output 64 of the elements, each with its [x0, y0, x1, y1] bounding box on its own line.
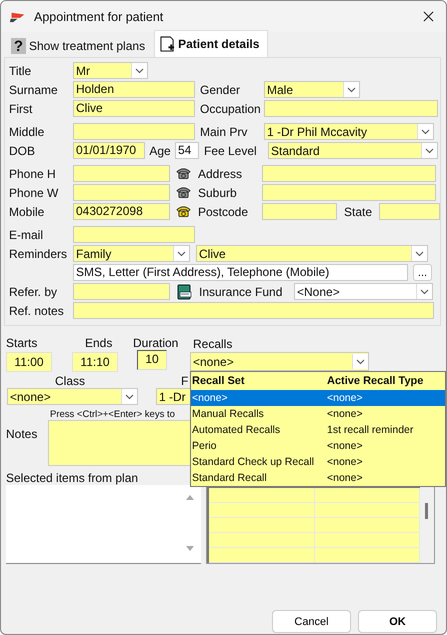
reminder-person-dropdown[interactable]: Clive: [196, 245, 428, 262]
first-name-field[interactable]: Clive: [73, 100, 195, 117]
field-label: F: [181, 374, 188, 388]
tab[interactable]: ? Show treatment plans: [6, 35, 154, 57]
field-label: Mobile: [9, 204, 46, 218]
field-label: Phone H: [9, 166, 57, 180]
reminder-group-dropdown[interactable]: Family: [73, 245, 190, 262]
recall-option[interactable]: Standard Recall <none>: [191, 470, 445, 486]
duration-field[interactable]: 10: [137, 350, 167, 370]
start-time-field[interactable]: 11:00: [6, 352, 52, 372]
notes-hint: Press <Ctrl>+<Enter> keys to: [50, 409, 175, 420]
window-title: Appointment for patient: [34, 10, 164, 24]
field-label: Insurance Fund: [199, 284, 284, 298]
field-label: Ref. notes: [9, 304, 65, 318]
tab[interactable]: Patient details: [154, 30, 268, 57]
field-label: Main Prv: [200, 124, 248, 138]
mobile-field[interactable]: 0430272098: [73, 203, 170, 220]
column-header: Recall Set: [192, 375, 246, 387]
field-label: State: [342, 204, 374, 218]
field-label: Age: [148, 144, 172, 158]
field-label: Duration: [133, 336, 180, 350]
end-time-field[interactable]: 11:10: [72, 352, 118, 372]
recall-option[interactable]: <none> <none>: [191, 390, 445, 406]
field-label: Middle: [9, 124, 46, 138]
field-label: Suburb: [198, 186, 238, 200]
help-icon: ?: [11, 38, 26, 54]
field-label: Address: [198, 166, 244, 180]
recall-option[interactable]: Perio <none>: [191, 438, 445, 454]
gender-dropdown[interactable]: Male: [264, 81, 360, 98]
recall-option[interactable]: Automated Recalls 1st recall reminder: [191, 422, 445, 438]
recall-option[interactable]: Manual Recalls <none>: [191, 406, 445, 422]
recall-option[interactable]: Standard Check up Recall <none>: [191, 454, 445, 470]
reminder-methods-field[interactable]: SMS, Letter (First Address), Telephone (Mobile): [73, 264, 408, 281]
more-button[interactable]: ...: [413, 264, 432, 281]
recalls-dropdown[interactable]: <none>: [190, 352, 369, 371]
field-label: Recalls: [193, 337, 232, 351]
field-label: First: [9, 102, 34, 116]
provider-dropdown[interactable]: 1 -Dr Phil Mccavity: [264, 123, 434, 140]
dialog-button[interactable]: Cancel: [272, 610, 351, 633]
age-field[interactable]: 54: [175, 142, 199, 159]
column-header: Active Recall Type: [327, 375, 424, 387]
field-label: Refer. by: [9, 284, 58, 298]
dob-field[interactable]: 01/01/1970: [73, 142, 145, 159]
field-label: Reminders: [9, 246, 68, 260]
dialog-button[interactable]: OK: [358, 610, 437, 633]
field-label: E-mail: [9, 228, 44, 242]
insurance-fund-dropdown[interactable]: <None>: [294, 283, 433, 300]
title-dropdown[interactable]: Mr: [73, 62, 148, 79]
field-label: Occupation: [200, 102, 262, 116]
field-label: Class: [54, 374, 86, 388]
field-label: Phone W: [9, 186, 60, 200]
surname-field[interactable]: Holden: [73, 81, 195, 98]
class-dropdown[interactable]: <none>: [7, 388, 138, 405]
fee-level-dropdown[interactable]: Standard: [268, 142, 438, 159]
field-label: DOB: [9, 144, 36, 158]
field-label: Fee Level: [204, 144, 258, 158]
field-label: Title: [9, 64, 32, 78]
field-label: Notes: [6, 427, 38, 441]
field-label: Ends: [84, 336, 114, 350]
field-label: Postcode: [198, 204, 250, 218]
field-label: Surname: [9, 82, 59, 96]
field-label: Starts: [6, 336, 38, 350]
field-label: Selected items from plan: [6, 471, 138, 485]
field-label: Gender: [200, 82, 242, 96]
